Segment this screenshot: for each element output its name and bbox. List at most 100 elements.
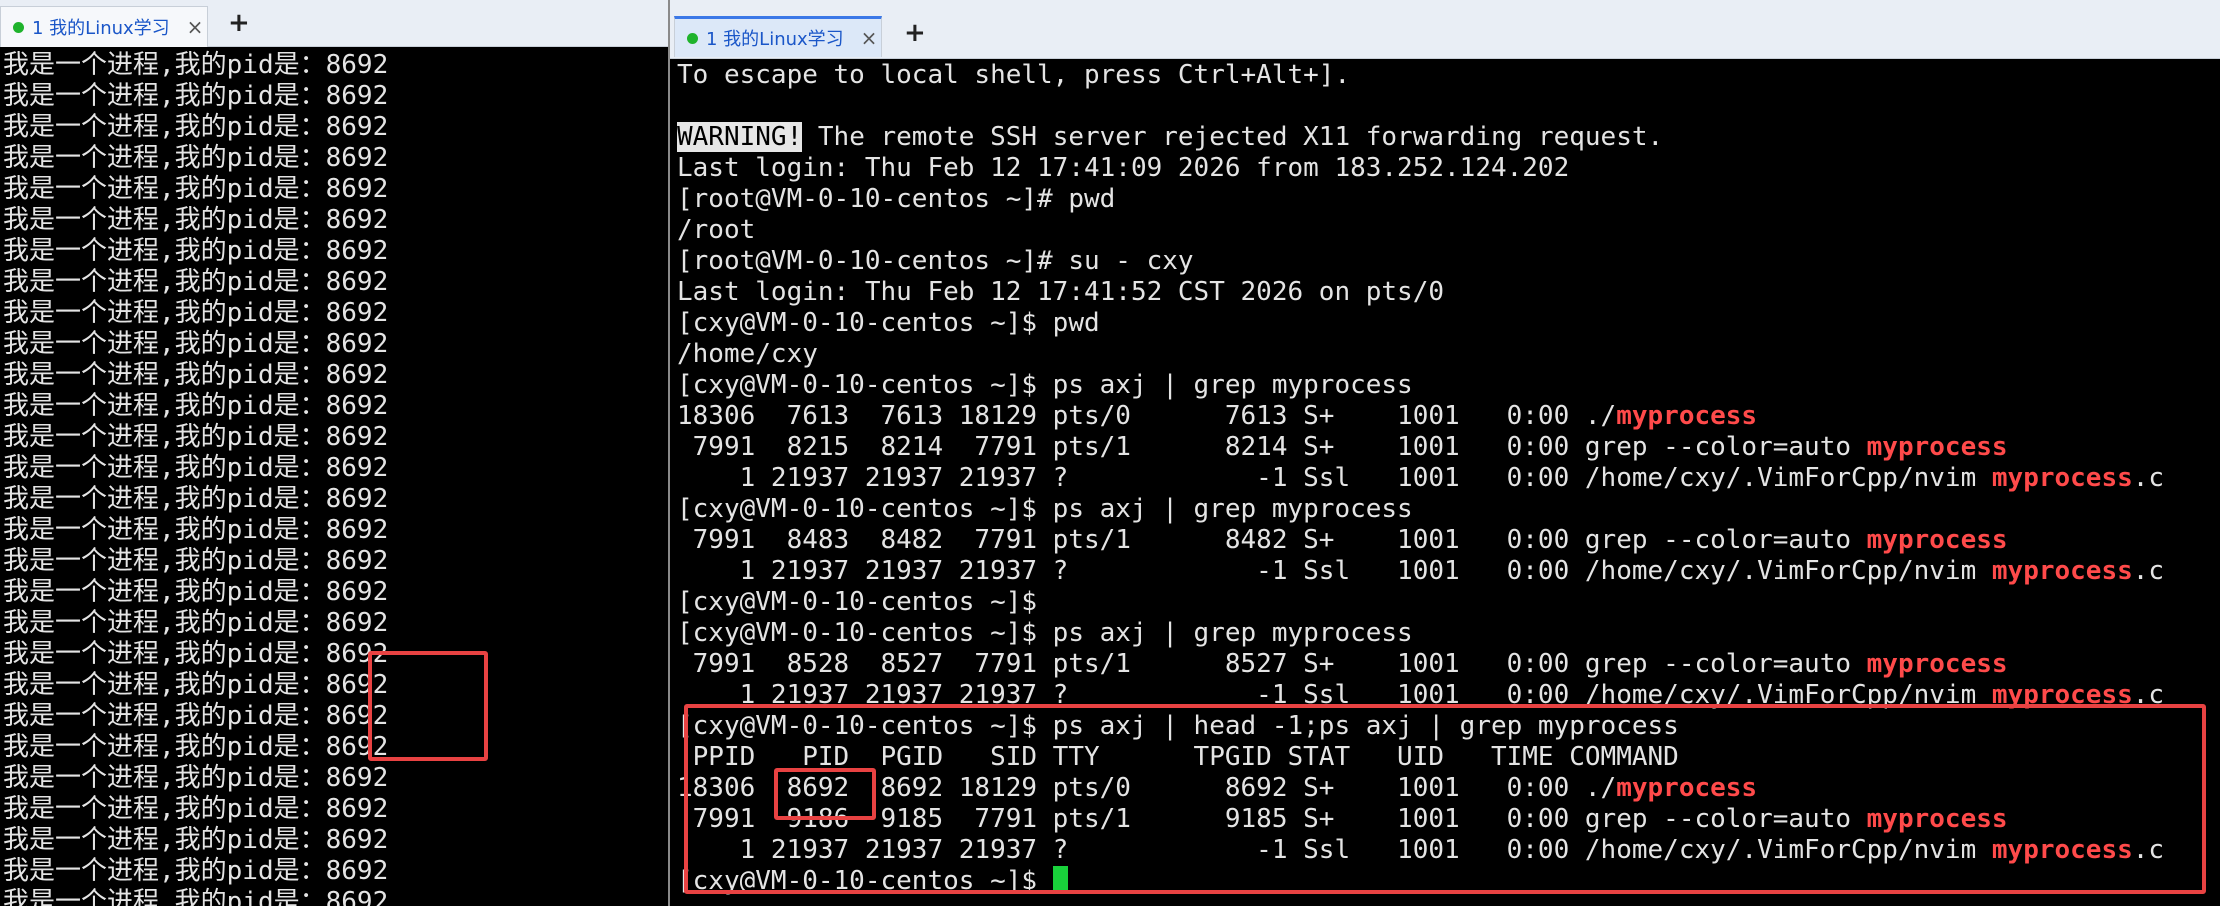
terminal-line: 1 21937 21937 21937 ? -1 Ssl 1001 0:00 /… bbox=[677, 835, 2220, 866]
terminal-text: Last login: Thu Feb 12 17:41:09 2026 fro… bbox=[677, 153, 1570, 183]
terminal-line: 我是一个进程,我的pid是：8692 bbox=[3, 732, 389, 762]
grep-match-highlight: myprocess bbox=[1991, 680, 2133, 710]
terminal-line: 我是一个进程,我的pid是：8692 bbox=[3, 50, 389, 80]
terminal-line: Last login: Thu Feb 12 17:41:52 CST 2026… bbox=[677, 277, 2220, 308]
terminal-line: 7991 9186 9185 7791 pts/1 9185 S+ 1001 0… bbox=[677, 804, 2220, 835]
terminal-text: 1 21937 21937 21937 ? -1 Ssl 1001 0:00 /… bbox=[677, 680, 1992, 710]
grep-match-highlight: myprocess bbox=[1866, 804, 2008, 834]
terminal-line: [cxy@VM-0-10-centos ~]$ ps axj | grep my… bbox=[677, 494, 2220, 525]
terminal-line: 我是一个进程,我的pid是：8692 bbox=[3, 360, 389, 390]
session-tab[interactable]: 1 我的Linux学习 × bbox=[674, 16, 882, 57]
connected-status-icon bbox=[687, 32, 698, 44]
terminal-line: 1 21937 21937 21937 ? -1 Ssl 1001 0:00 /… bbox=[677, 556, 2220, 587]
left-terminal-pane[interactable]: 1 我的Linux学习 × + 我是一个进程,我的pid是：8692 我是一个进程… bbox=[0, 0, 670, 906]
grep-match-highlight: myprocess bbox=[1616, 773, 1758, 803]
grep-match-highlight: myprocess bbox=[1866, 649, 2008, 679]
terminal-line: Last login: Thu Feb 12 17:41:09 2026 fro… bbox=[677, 153, 2220, 184]
terminal-line: 18306 8692 8692 18129 pts/0 8692 S+ 1001… bbox=[677, 773, 2220, 804]
session-tab-label: 1 我的Linux学习 bbox=[32, 18, 170, 39]
terminal-line: [cxy@VM-0-10-centos ~]$ ps axj | grep my… bbox=[677, 370, 2220, 401]
terminal-line: To escape to local shell, press Ctrl+Alt… bbox=[677, 60, 2220, 91]
terminal-output[interactable]: 我是一个进程,我的pid是：8692 我是一个进程,我的pid是：8692 我是一个… bbox=[0, 50, 670, 906]
terminal-line: 18306 7613 7613 18129 pts/0 7613 S+ 1001… bbox=[677, 401, 2220, 432]
terminal-line: 1 21937 21937 21937 ? -1 Ssl 1001 0:00 /… bbox=[677, 680, 2220, 711]
terminal-line: 我是一个进程,我的pid是：8692 bbox=[3, 267, 389, 297]
terminal-line: 我是一个进程,我的pid是：8692 bbox=[3, 515, 389, 545]
terminal-line: 我是一个进程,我的pid是：8692 bbox=[3, 298, 389, 328]
terminal-text: [cxy@VM-0-10-centos ~]$ pwd bbox=[677, 308, 1100, 338]
grep-match-highlight: myprocess bbox=[1991, 556, 2133, 586]
grep-match-highlight: myprocess bbox=[1991, 463, 2133, 493]
terminal-text: 18306 7613 7613 18129 pts/0 7613 S+ 1001… bbox=[677, 401, 1617, 431]
terminal-line: 我是一个进程,我的pid是：8692 bbox=[3, 422, 389, 452]
terminal-line: 我是一个进程,我的pid是：8692 bbox=[3, 763, 389, 793]
terminal-text: 7991 8483 8482 7791 pts/1 8482 S+ 1001 0… bbox=[677, 525, 1867, 555]
terminal-line: 我是一个进程,我的pid是：8692 bbox=[3, 670, 389, 700]
terminal-text: 1 21937 21937 21937 ? -1 Ssl 1001 0:00 /… bbox=[677, 463, 1992, 493]
warning-label: WARNING! bbox=[677, 122, 803, 152]
session-tab-label: 1 我的Linux学习 bbox=[706, 29, 844, 50]
terminal-line: 我是一个进程,我的pid是：8692 bbox=[3, 825, 389, 855]
grep-match-highlight: myprocess bbox=[1991, 835, 2133, 865]
terminal-line: 我是一个进程,我的pid是：8692 bbox=[3, 329, 389, 359]
terminal-line: 我是一个进程,我的pid是：8692 bbox=[3, 205, 389, 235]
terminal-text: To escape to local shell, press Ctrl+Alt… bbox=[677, 60, 1351, 90]
terminal-text: .c bbox=[2132, 556, 2165, 586]
terminal-line: 我是一个进程,我的pid是：8692 bbox=[3, 174, 389, 204]
terminal-text: 1 21937 21937 21937 ? -1 Ssl 1001 0:00 /… bbox=[677, 556, 1992, 586]
terminal-text: [cxy@VM-0-10-centos ~]$ ps axj | grep my… bbox=[677, 494, 1413, 524]
terminal-text: .c bbox=[2132, 680, 2165, 710]
new-tab-button[interactable]: + bbox=[228, 8, 250, 38]
terminal-text: PPID PID PGID SID TTY TPGID STAT UID TIM… bbox=[677, 742, 1679, 772]
terminal-text: /root bbox=[677, 215, 756, 245]
grep-match-highlight: myprocess bbox=[1866, 525, 2008, 555]
terminal-output[interactable]: To escape to local shell, press Ctrl+Alt… bbox=[670, 60, 2220, 906]
terminal-text: 7991 8528 8527 7791 pts/1 8527 S+ 1001 0… bbox=[677, 649, 1867, 679]
terminal-line: [cxy@VM-0-10-centos ~]$ bbox=[677, 866, 2220, 897]
connected-status-icon bbox=[13, 21, 24, 33]
terminal-line: 我是一个进程,我的pid是：8692 bbox=[3, 608, 389, 638]
terminal-line: 7991 8483 8482 7791 pts/1 8482 S+ 1001 0… bbox=[677, 525, 2220, 556]
terminal-line: [cxy@VM-0-10-centos ~]$ ps axj | head -1… bbox=[677, 711, 2220, 742]
terminal-text: .c bbox=[2132, 463, 2165, 493]
terminal-line: PPID PID PGID SID TTY TPGID STAT UID TIM… bbox=[677, 742, 2220, 773]
terminal-line: 我是一个进程,我的pid是：8692 bbox=[3, 546, 389, 576]
terminal-text: 7991 8215 8214 7791 pts/1 8214 S+ 1001 0… bbox=[677, 432, 1867, 462]
close-tab-icon[interactable]: × bbox=[857, 26, 881, 50]
terminal-line: [cxy@VM-0-10-centos ~]$ pwd bbox=[677, 308, 2220, 339]
terminal-text: [root@VM-0-10-centos ~]# pwd bbox=[677, 184, 1116, 214]
session-tab[interactable]: 1 我的Linux学习 × bbox=[0, 6, 208, 47]
new-tab-button[interactable]: + bbox=[904, 18, 926, 48]
terminal-line: 我是一个进程,我的pid是：8692 bbox=[3, 112, 389, 142]
terminal-line: 我是一个进程,我的pid是：8692 bbox=[3, 701, 389, 731]
terminal-text: [cxy@VM-0-10-centos ~]$ bbox=[677, 866, 1053, 896]
terminal-line: 7991 8528 8527 7791 pts/1 8527 S+ 1001 0… bbox=[677, 649, 2220, 680]
terminal-text: [cxy@VM-0-10-centos ~]$ bbox=[677, 587, 1038, 617]
terminal-line: 我是一个进程,我的pid是：8692 bbox=[3, 143, 389, 173]
terminal-text: 18306 8692 8692 18129 pts/0 8692 S+ 1001… bbox=[677, 773, 1617, 803]
terminal-line: 我是一个进程,我的pid是：8692 bbox=[3, 236, 389, 266]
right-terminal-pane[interactable]: 1 我的Linux学习 × + To escape to local shell… bbox=[670, 0, 2220, 906]
close-tab-icon[interactable]: × bbox=[183, 15, 207, 39]
terminal-line: 我是一个进程,我的pid是：8692 bbox=[3, 856, 389, 886]
tab-bar: 1 我的Linux学习 × + bbox=[0, 0, 670, 47]
tab-bar: 1 我的Linux学习 × + bbox=[670, 0, 2220, 59]
terminal-line: 我是一个进程,我的pid是：8692 bbox=[3, 794, 389, 824]
terminal-line: [cxy@VM-0-10-centos ~]$ bbox=[677, 587, 2220, 618]
terminal-line: [root@VM-0-10-centos ~]# pwd bbox=[677, 184, 2220, 215]
terminal-line: /home/cxy bbox=[677, 339, 2220, 370]
terminal-text: [cxy@VM-0-10-centos ~]$ ps axj | grep my… bbox=[677, 618, 1413, 648]
terminal-text: 1 21937 21937 21937 ? -1 Ssl 1001 0:00 /… bbox=[677, 835, 1992, 865]
terminal-line: 我是一个进程,我的pid是：8692 bbox=[3, 81, 389, 111]
terminal-line: 我是一个进程,我的pid是：8692 bbox=[3, 887, 389, 906]
terminal-text: Last login: Thu Feb 12 17:41:52 CST 2026… bbox=[677, 277, 1445, 307]
terminal-line: 我是一个进程,我的pid是：8692 bbox=[3, 453, 389, 483]
terminal-text: .c bbox=[2132, 835, 2165, 865]
terminal-line: 我是一个进程,我的pid是：8692 bbox=[3, 577, 389, 607]
terminal-line: [root@VM-0-10-centos ~]# su - cxy bbox=[677, 246, 2220, 277]
terminal-text: [cxy@VM-0-10-centos ~]$ ps axj | grep my… bbox=[677, 370, 1413, 400]
terminal-line: 我是一个进程,我的pid是：8692 bbox=[3, 484, 389, 514]
terminal-text: 7991 9186 9185 7791 pts/1 9185 S+ 1001 0… bbox=[677, 804, 1867, 834]
terminal-line: /root bbox=[677, 215, 2220, 246]
